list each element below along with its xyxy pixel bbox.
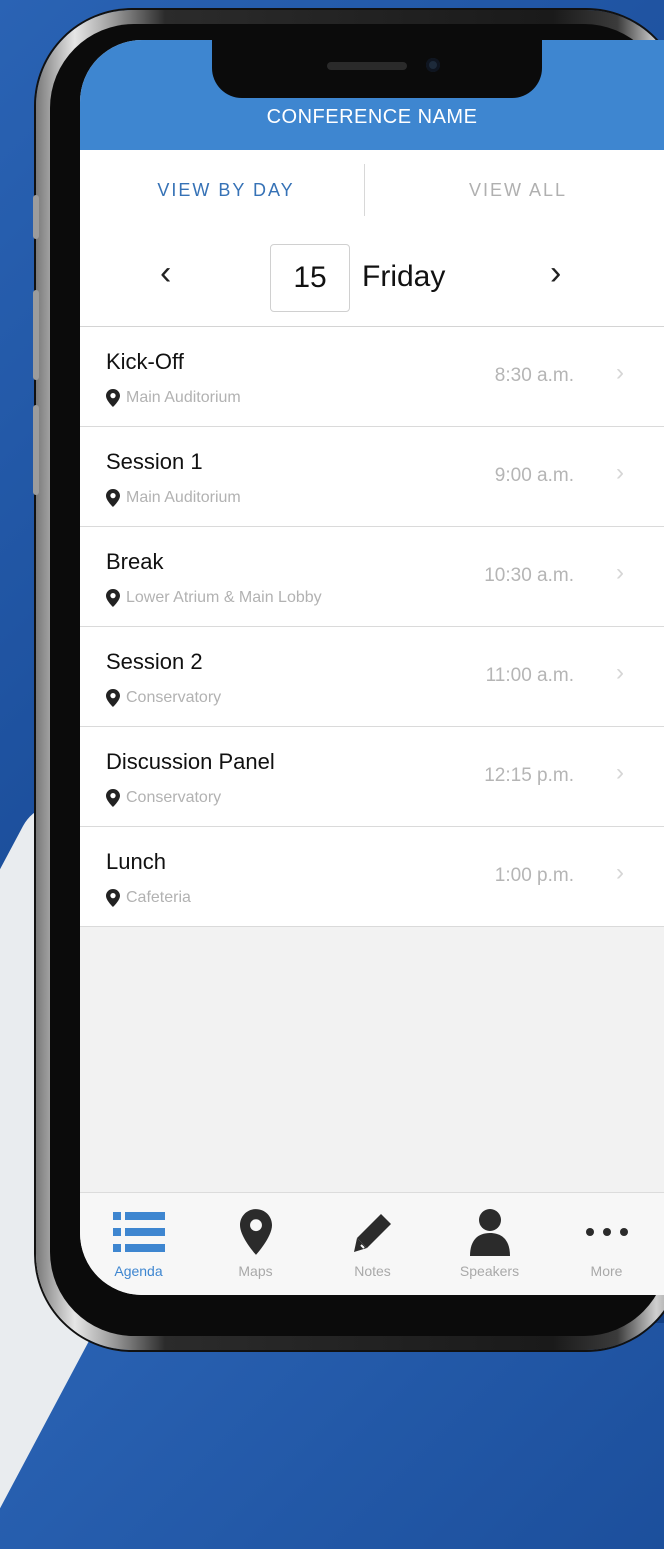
session-row[interactable]: Lunch Cafeteria 1:00 p.m. › [80,827,664,927]
tab-notes[interactable]: Notes [314,1193,431,1295]
map-pin-icon [197,1207,314,1257]
location-text: Conservatory [126,689,222,706]
next-day-button[interactable]: › [550,254,561,293]
session-time: 10:30 a.m. [484,565,574,586]
map-pin-icon [106,489,120,507]
map-pin-icon [106,389,120,407]
more-dots-icon [548,1207,664,1257]
session-location: Main Auditorium [106,389,241,407]
day-number: 15 [270,244,350,312]
tab-label: Notes [354,1263,391,1279]
tab-label: Speakers [459,1263,520,1279]
phone-notch [212,40,542,98]
session-name: Kick-Off [106,349,184,374]
front-camera [426,58,440,72]
map-pin-icon [106,789,120,807]
chevron-right-icon: › [616,359,624,386]
location-text: Main Auditorium [126,489,241,506]
session-location: Main Auditorium [106,489,241,507]
date-selector: ‹ 15 Friday › [80,230,664,327]
session-name: Discussion Panel [106,749,275,774]
session-time: 11:00 a.m. [485,665,574,686]
location-text: Main Auditorium [126,389,241,406]
chevron-right-icon: › [616,459,624,486]
location-text: Lower Atrium & Main Lobby [126,589,322,606]
chevron-right-icon: › [616,559,624,586]
segment-divider [364,164,365,216]
mute-switch [33,195,39,239]
session-time: 12:15 p.m. [484,765,574,786]
chevron-right-icon: › [616,859,624,886]
tab-label: Maps [238,1263,273,1279]
view-all-tab[interactable]: VIEW ALL [372,150,664,230]
session-time: 9:00 a.m. [494,465,574,486]
phone-screen: CONFERENCE NAME VIEW BY DAY VIEW ALL ‹ 1… [80,40,664,1295]
session-row[interactable]: Break Lower Atrium & Main Lobby 10:30 a.… [80,527,664,627]
session-name: Session 2 [106,649,203,674]
volume-up-button [33,290,39,380]
map-pin-icon [106,689,120,707]
bottom-tab-bar: Agenda Maps Notes Speakers More [80,1192,664,1295]
session-time: 1:00 p.m. [494,865,574,886]
person-icon [431,1207,548,1257]
list-icon [80,1207,197,1257]
previous-day-button[interactable]: ‹ [160,254,171,293]
session-name: Break [106,549,164,574]
map-pin-icon [106,589,120,607]
session-location: Conservatory [106,789,221,807]
session-time: 8:30 a.m. [494,365,574,386]
session-location: Conservatory [106,689,221,707]
day-name: Friday [362,260,446,293]
view-toggle: VIEW BY DAY VIEW ALL [80,150,664,231]
view-by-day-tab[interactable]: VIEW BY DAY [80,150,372,230]
tab-more[interactable]: More [548,1193,664,1295]
tab-label: Agenda [114,1263,163,1279]
session-list: Kick-Off Main Auditorium 8:30 a.m. › Ses… [80,327,664,927]
session-name: Lunch [106,849,166,874]
chevron-right-icon: › [616,659,624,686]
session-location: Cafeteria [106,889,191,907]
earpiece-speaker [327,62,407,70]
session-row[interactable]: Session 1 Main Auditorium 9:00 a.m. › [80,427,664,527]
tab-label: More [590,1263,623,1279]
session-row[interactable]: Session 2 Conservatory 11:00 a.m. › [80,627,664,727]
app-title: CONFERENCE NAME [266,106,478,128]
tab-maps[interactable]: Maps [197,1193,314,1295]
tab-agenda[interactable]: Agenda [80,1193,197,1295]
chevron-right-icon: › [616,759,624,786]
session-row[interactable]: Discussion Panel Conservatory 12:15 p.m.… [80,727,664,827]
volume-down-button [33,405,39,495]
map-pin-icon [106,889,120,907]
session-location: Lower Atrium & Main Lobby [106,589,322,607]
location-text: Cafeteria [126,889,191,906]
pencil-icon [314,1207,431,1257]
tab-speakers[interactable]: Speakers [431,1193,548,1295]
session-name: Session 1 [106,449,203,474]
location-text: Conservatory [126,789,222,806]
session-row[interactable]: Kick-Off Main Auditorium 8:30 a.m. › [80,327,664,427]
